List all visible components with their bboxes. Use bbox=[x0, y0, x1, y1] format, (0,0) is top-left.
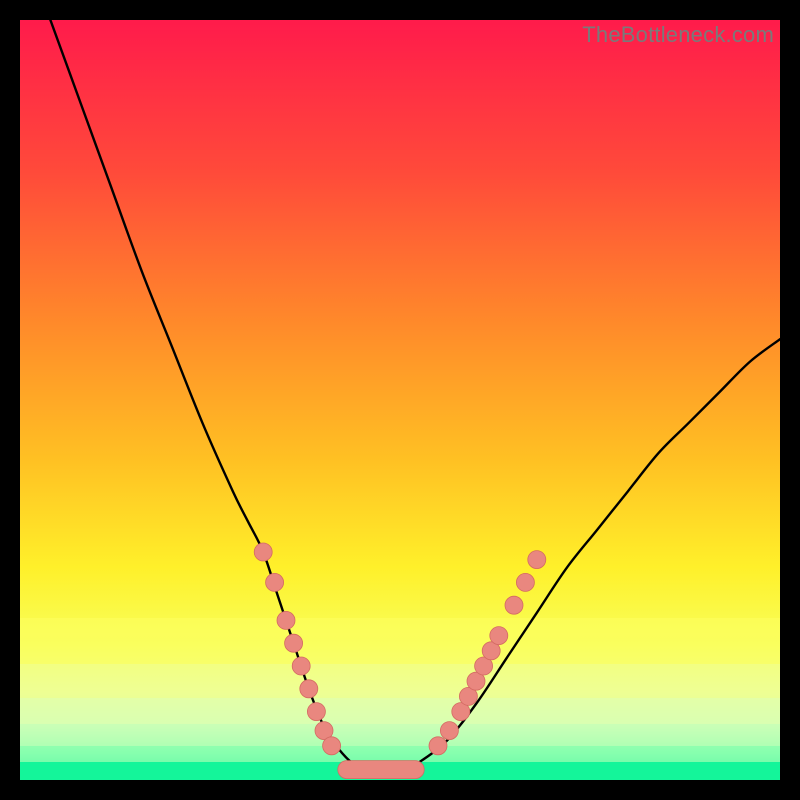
data-marker bbox=[528, 551, 546, 569]
data-marker bbox=[292, 657, 310, 675]
watermark-text: TheBottleneck.com bbox=[582, 22, 774, 48]
data-marker bbox=[323, 737, 341, 755]
data-marker bbox=[254, 543, 272, 561]
data-marker bbox=[505, 596, 523, 614]
chart-frame: TheBottleneck.com bbox=[20, 20, 780, 780]
data-marker bbox=[429, 737, 447, 755]
data-marker bbox=[307, 703, 325, 721]
data-marker bbox=[440, 722, 458, 740]
data-marker bbox=[285, 634, 303, 652]
data-marker bbox=[277, 611, 295, 629]
lower-bands bbox=[20, 618, 780, 762]
data-marker bbox=[266, 573, 284, 591]
bottleneck-chart bbox=[20, 20, 780, 780]
data-marker bbox=[516, 573, 534, 591]
data-marker bbox=[300, 680, 318, 698]
data-marker bbox=[490, 627, 508, 645]
data-marker-pill bbox=[338, 761, 424, 779]
